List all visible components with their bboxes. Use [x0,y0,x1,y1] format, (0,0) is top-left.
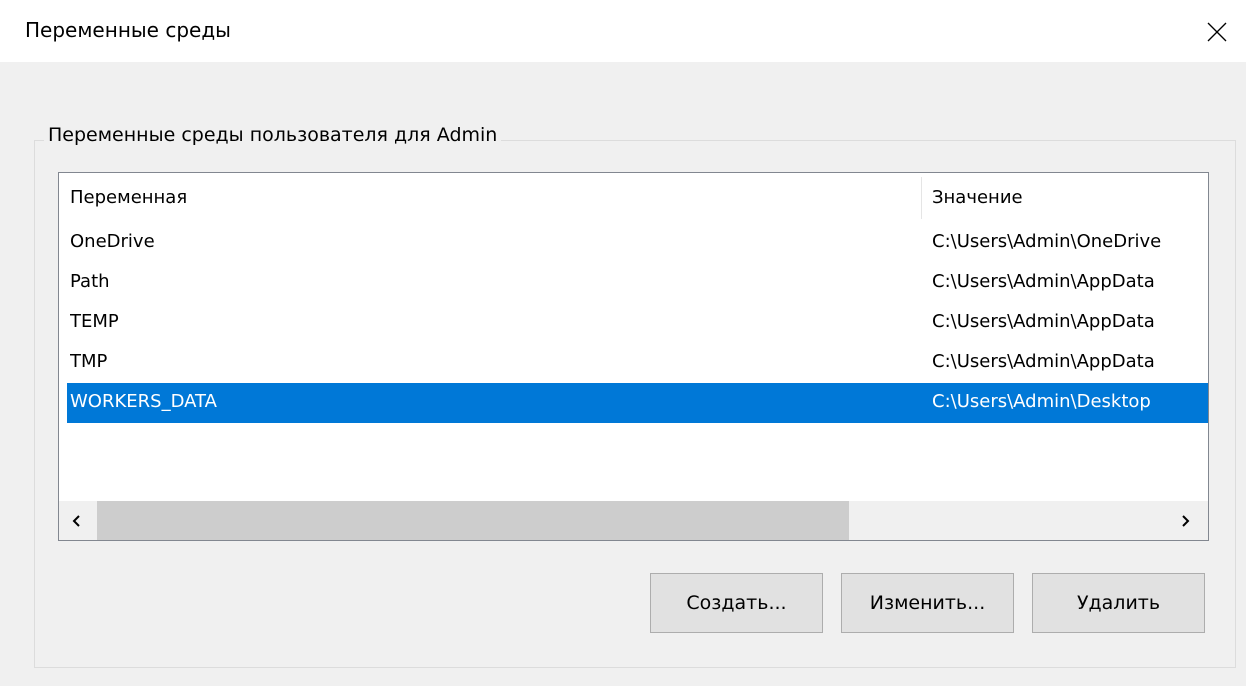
variable-name: TMP [70,351,108,372]
list-row[interactable]: Path C:\Users\Admin\AppData [67,263,1208,303]
variable-value: C:\Users\Admin\AppData [932,311,1155,332]
scroll-thumb[interactable] [97,501,849,540]
column-header-value[interactable]: Значение [932,187,1023,208]
column-divider[interactable] [921,177,922,219]
variable-value: C:\Users\Admin\Desktop [932,391,1151,412]
close-icon [1207,22,1227,42]
horizontal-scrollbar[interactable] [59,501,1208,540]
variable-name: TEMP [70,311,119,332]
list-row[interactable]: OneDrive C:\Users\Admin\OneDrive [67,223,1208,263]
variable-value: C:\Users\Admin\OneDrive [932,231,1162,252]
variable-value: C:\Users\Admin\AppData [932,271,1155,292]
scroll-left-button[interactable] [59,501,95,540]
variable-name: WORKERS_DATA [70,391,217,412]
user-variables-list[interactable]: Переменная Значение OneDrive C:\Users\Ad… [58,172,1209,541]
list-row[interactable]: TEMP C:\Users\Admin\AppData [67,303,1208,343]
chevron-left-icon [72,514,80,527]
variable-name: Path [70,271,110,292]
list-row[interactable]: TMP C:\Users\Admin\AppData [67,343,1208,383]
close-button[interactable] [1196,12,1238,52]
variable-value: C:\Users\Admin\AppData [932,351,1155,372]
window-title: Переменные среды [25,18,231,42]
scroll-right-button[interactable] [1167,501,1203,540]
list-row-selected[interactable]: WORKERS_DATA C:\Users\Admin\Desktop [67,383,1208,423]
delete-button[interactable]: Удалить [1032,573,1205,633]
edit-button[interactable]: Изменить... [841,573,1014,633]
column-header-variable[interactable]: Переменная [70,187,187,208]
variable-name: OneDrive [70,231,155,252]
title-bar: Переменные среды [0,0,1246,62]
chevron-right-icon [1182,514,1190,527]
create-button[interactable]: Создать... [650,573,823,633]
list-header: Переменная Значение [59,173,1208,223]
group-title: Переменные среды пользователя для Admin [44,124,502,146]
